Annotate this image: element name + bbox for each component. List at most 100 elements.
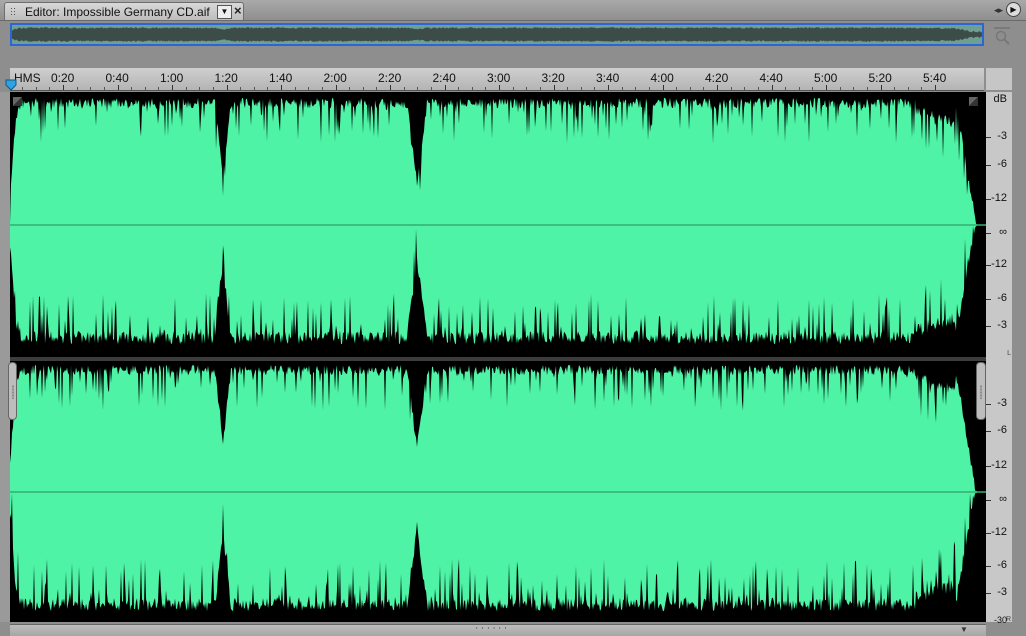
db-label-left: -6 (997, 292, 1007, 304)
ruler-minor-tick (757, 87, 759, 90)
ruler-minor-tick (308, 87, 310, 90)
ruler-corner (986, 68, 1012, 90)
db-tick (986, 566, 991, 567)
ruler-tick (717, 85, 718, 90)
ruler-minor-tick (158, 87, 160, 90)
ruler-minor-tick (894, 87, 896, 90)
ruler-minor-tick (131, 87, 133, 90)
ruler-minor-tick (485, 87, 487, 90)
ruler-minor-tick (267, 87, 269, 90)
playhead-marker[interactable] (5, 78, 17, 91)
db-tick (986, 326, 991, 327)
ruler-unit-label: HMS (14, 71, 41, 85)
grip-icon[interactable] (10, 7, 16, 17)
ruler-minor-tick (458, 87, 460, 90)
tab-menu-button[interactable]: ▼ (217, 5, 232, 19)
editor-tab[interactable]: Editor: Impossible Germany CD.aif ▼ × (4, 2, 244, 20)
channel-waveform (10, 97, 986, 345)
db-tick (986, 137, 991, 138)
left-channel-label: L (1007, 350, 1011, 357)
db-tick (986, 593, 991, 594)
ruler-minor-tick (689, 87, 691, 90)
db-tick (986, 500, 991, 501)
channel-waveform (10, 364, 986, 612)
ruler-tick-label: 4:00 (650, 71, 674, 85)
zoom-icon[interactable] (992, 25, 1012, 45)
ruler-minor-tick (349, 87, 351, 90)
ruler-minor-tick (866, 87, 868, 90)
ruler-minor-tick (240, 87, 242, 90)
ruler-tick (390, 85, 391, 90)
ruler-minor-tick (22, 87, 24, 90)
ruler-minor-tick (471, 87, 473, 90)
ruler-tick-label: 1:00 (160, 71, 184, 85)
ruler-tick-label: 4:40 (759, 71, 783, 85)
ruler-tick-label: 0:20 (51, 71, 75, 85)
ruler-tick (281, 85, 282, 90)
fade-out-handle[interactable] (969, 97, 978, 106)
ruler-tick-label: 3:00 (487, 71, 511, 85)
ruler-minor-tick (580, 87, 582, 90)
db-label-left: -6 (997, 158, 1007, 170)
ruler-minor-tick (703, 87, 705, 90)
ruler-minor-tick (212, 87, 214, 90)
panel-menu-button[interactable]: ▶ (1006, 2, 1021, 17)
ruler-tick-label: 0:40 (105, 71, 129, 85)
db-tick (986, 404, 991, 405)
collapse-icon[interactable]: ◂▸ (994, 5, 1003, 16)
ruler-minor-tick (185, 87, 187, 90)
ruler-tick-label: 5:20 (868, 71, 892, 85)
ruler-tick-label: 3:40 (596, 71, 620, 85)
ruler-tick (662, 85, 664, 90)
ruler-tick (826, 85, 827, 90)
overview-navigator[interactable] (10, 23, 984, 46)
ruler-minor-tick (512, 87, 514, 90)
ruler-minor-tick (539, 87, 541, 90)
time-ruler[interactable]: HMS 0:20 0:40 1:00 1:20 1:40 2:00 2:20 2:40 3:00… (10, 68, 984, 91)
right-scroll-handle[interactable] (976, 362, 986, 420)
ruler-tick-label: 2:40 (432, 71, 456, 85)
tab-close-button[interactable]: × (234, 3, 242, 18)
horizontal-scrollbar[interactable]: ' ' ' ' ' ' ▼ (10, 624, 986, 636)
editor-tab-title: Editor: Impossible Germany CD.aif (25, 5, 210, 19)
db-label-left: ∞ (999, 226, 1007, 238)
ruler-minor-tick (907, 87, 909, 90)
ruler-minor-tick (35, 87, 37, 90)
db-label-right: -12 (991, 459, 1007, 471)
ruler-minor-tick (594, 87, 596, 90)
db-tick (986, 299, 991, 300)
level-scale: dB L R -3 -6 -12 ∞ -12 -6 -3 -3 -6 -12 ∞ -12 -6 -3 -30 (986, 92, 1012, 625)
left-scroll-handle[interactable] (8, 362, 17, 420)
scroll-down-icon[interactable]: ▼ (960, 625, 968, 634)
db-label-right: -6 (997, 424, 1007, 436)
ruler-tick (608, 85, 609, 90)
ruler-tick-label: 1:40 (269, 71, 293, 85)
ruler-tick (880, 85, 882, 90)
ruler-minor-tick (744, 87, 746, 90)
ruler-minor-tick (376, 87, 378, 90)
ruler-minor-tick (567, 87, 569, 90)
db-label-left: -12 (991, 192, 1007, 204)
db-label-right: -6 (997, 559, 1007, 571)
ruler-minor-tick (921, 87, 923, 90)
ruler-tick-label: 4:20 (705, 71, 729, 85)
ruler-tick-label: 5:00 (814, 71, 838, 85)
db-tick (986, 233, 991, 234)
db-tick (986, 466, 991, 467)
scroll-grip-icon[interactable]: ' ' ' ' ' ' (476, 626, 507, 635)
ruler-minor-tick (526, 87, 528, 90)
ruler-minor-tick (812, 87, 814, 90)
ruler-minor-tick (76, 87, 78, 90)
ruler-minor-tick (144, 87, 146, 90)
fade-in-handle[interactable] (13, 97, 22, 106)
db-tick (986, 165, 991, 166)
ruler-minor-tick (430, 87, 432, 90)
ruler-minor-tick (199, 87, 201, 90)
ruler-minor-tick (362, 87, 364, 90)
channel-divider (10, 357, 986, 361)
ruler-minor-tick (403, 87, 405, 90)
ruler-tick (63, 85, 64, 90)
ruler-tick (172, 85, 173, 90)
editor-tab-bar: Editor: Impossible Germany CD.aif ▼ × ◂▸… (0, 0, 1026, 21)
db-label-left: -12 (991, 258, 1007, 270)
